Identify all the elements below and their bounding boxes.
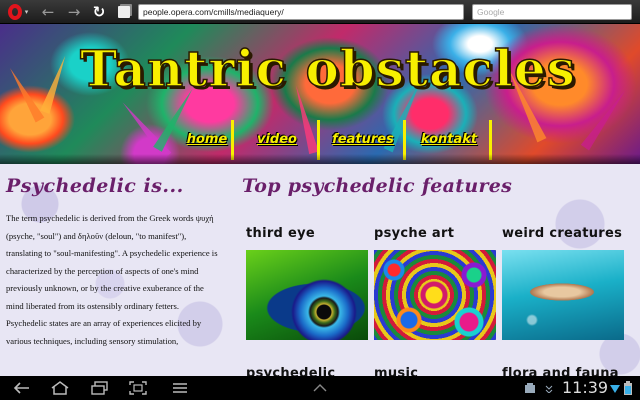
feature-card-psychedelic[interactable]: psychedelic — [246, 364, 368, 376]
feature-card-flora-and-fauna[interactable]: flora and fauna — [502, 364, 624, 376]
battery-icon — [624, 376, 632, 400]
feature-card-psyche-art[interactable]: psyche art — [374, 224, 496, 340]
swirl-art-image[interactable] — [374, 250, 496, 340]
intro-heading: Psychedelic is... — [6, 175, 184, 197]
screenshot-icon[interactable] — [120, 376, 156, 400]
feature-card-third-eye[interactable]: third eye — [246, 224, 368, 340]
recent-apps-icon[interactable] — [82, 376, 118, 400]
menu-icon[interactable] — [162, 376, 198, 400]
wifi-icon — [610, 376, 620, 400]
address-bar[interactable]: people.opera.com/cmills/mediaquery/ — [138, 4, 464, 20]
system-bar: 11:39 — [0, 376, 640, 400]
home-icon[interactable] — [42, 376, 78, 400]
feature-title[interactable]: weird creatures — [502, 224, 624, 244]
eye-image[interactable] — [246, 250, 368, 340]
browser-toolbar: ▾ ← → ↻ people.opera.com/cmills/mediaque… — [0, 0, 640, 24]
up-icon[interactable] — [302, 376, 338, 400]
feature-title[interactable]: flora and fauna — [502, 364, 624, 376]
opera-menu-button[interactable]: ▾ — [0, 0, 36, 24]
feature-card-weird-creatures[interactable]: weird creatures — [502, 224, 624, 340]
feature-title[interactable]: third eye — [246, 224, 368, 244]
download-icon — [544, 376, 554, 400]
intro-section: Psychedelic is... The term psychedelic i… — [6, 174, 222, 350]
intro-text: The term psychedelic is derived from the… — [6, 213, 218, 346]
notification-icon[interactable] — [524, 376, 536, 400]
feature-title[interactable]: psychedelic — [246, 364, 368, 376]
tabs-button[interactable] — [112, 0, 136, 24]
features-heading: Top psychedelic features — [242, 175, 513, 197]
back-button[interactable]: ← — [36, 0, 60, 24]
nav-link-video[interactable]: video — [257, 133, 297, 146]
header-banner: Tantric obstacles home video features ko… — [0, 24, 640, 164]
search-input[interactable]: Google — [472, 4, 632, 20]
nav-link-features[interactable]: features — [332, 133, 394, 146]
tabs-icon — [118, 6, 130, 18]
opera-logo-icon — [7, 4, 22, 20]
back-icon[interactable] — [4, 376, 40, 400]
fish-image[interactable] — [502, 250, 624, 340]
site-title: Tantric obstacles — [79, 38, 576, 99]
forward-button[interactable]: → — [62, 0, 86, 24]
web-page: Tantric obstacles home video features ko… — [0, 24, 640, 376]
feature-card-music[interactable]: music — [374, 364, 496, 376]
nav-link-home[interactable]: home — [187, 133, 228, 146]
chevron-down-icon: ▾ — [24, 8, 29, 16]
clock[interactable]: 11:39 — [562, 376, 608, 400]
banner-shadow — [0, 154, 640, 164]
reload-button[interactable]: ↻ — [88, 0, 110, 24]
feature-title[interactable]: music — [374, 364, 496, 376]
nav-link-kontakt[interactable]: kontakt — [421, 133, 477, 146]
feature-title[interactable]: psyche art — [374, 224, 496, 244]
